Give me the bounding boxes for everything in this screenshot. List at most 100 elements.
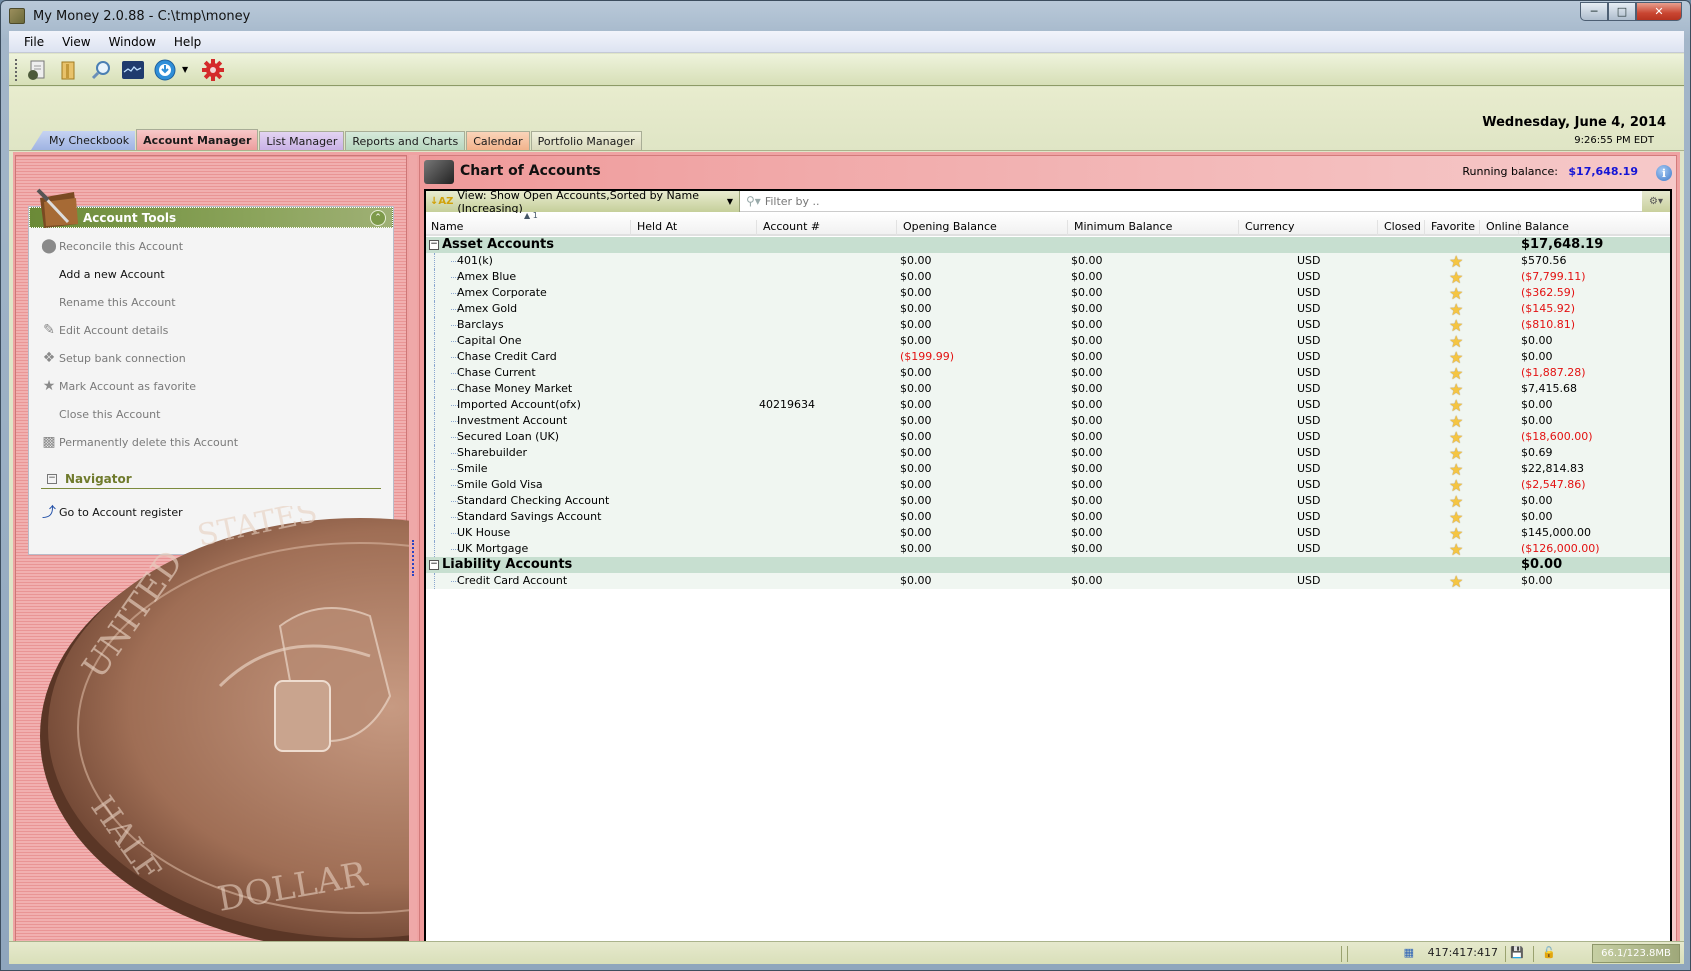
close-button[interactable]: ✕ <box>1636 2 1682 21</box>
column-header-currency[interactable]: Currency <box>1240 220 1378 236</box>
reconcile-account-link[interactable]: ⬤ Reconcile this Account <box>41 237 183 255</box>
table-row[interactable]: Smile Gold Visa $0.00 $0.00 USD ★ ($2,547.86) <box>426 476 1670 495</box>
close-account-link[interactable]: Close this Account <box>41 405 160 423</box>
collapse-icon[interactable]: ⌃ <box>370 210 386 226</box>
account-name[interactable]: UK House <box>457 526 510 539</box>
account-name[interactable]: UK Mortgage <box>457 542 528 555</box>
tab-my-checkbook[interactable]: My Checkbook <box>31 131 136 150</box>
opening-balance: $0.00 <box>900 382 932 395</box>
column-header-balance[interactable]: Balance <box>1520 220 1670 236</box>
menu-help[interactable]: Help <box>165 35 210 49</box>
delete-account-link[interactable]: ▩ Permanently delete this Account <box>41 433 238 451</box>
account-name[interactable]: Amex Gold <box>457 302 517 315</box>
account-name[interactable]: Smile Gold Visa <box>457 478 543 491</box>
table-row[interactable]: Secured Loan (UK) $0.00 $0.00 USD ★ ($18,600.… <box>426 428 1670 447</box>
group-row[interactable]: − Asset Accounts $17,648.19 <box>426 237 1670 253</box>
tab-account-manager[interactable]: Account Manager <box>136 129 259 150</box>
info-icon[interactable]: i <box>1656 165 1672 181</box>
account-name[interactable]: Investment Account <box>457 414 567 427</box>
table-row[interactable]: Investment Account $0.00 $0.00 USD ★ $0.00 <box>426 412 1670 431</box>
account-balance: ($126,000.00) <box>1521 542 1600 555</box>
table-row[interactable]: Credit Card Account $0.00 $0.00 USD ★ $0.00 <box>426 572 1670 591</box>
tab-calendar[interactable]: Calendar <box>466 131 530 150</box>
view-dropdown[interactable]: ↓AZ View: Show Open Accounts,Sorted by N… <box>426 189 740 215</box>
collapse-navigator-icon[interactable]: − <box>47 473 57 484</box>
column-header-online[interactable]: Online <box>1481 220 1521 236</box>
account-name[interactable]: Smile <box>457 462 488 475</box>
table-row[interactable]: Sharebuilder $0.00 $0.00 USD ★ $0.69 <box>426 444 1670 463</box>
settings-button[interactable] <box>200 57 226 83</box>
column-header-favorite[interactable]: Favorite <box>1426 220 1480 236</box>
panel-splitter[interactable] <box>409 155 417 957</box>
new-file-button[interactable] <box>24 57 50 83</box>
table-row[interactable]: UK House $0.00 $0.00 USD ★ $145,000.00 <box>426 524 1670 543</box>
rename-account-link[interactable]: Rename this Account <box>41 293 176 311</box>
lock-open-icon[interactable]: 🔓 <box>1542 946 1556 959</box>
account-name[interactable]: Imported Account(ofx) <box>457 398 581 411</box>
table-row[interactable]: 401(k) $0.00 $0.00 USD ★ $570.56 <box>426 252 1670 271</box>
filter-input[interactable]: ⚲▾ Filter by .. <box>740 191 1642 212</box>
edit-account-link[interactable]: ✎ Edit Account details <box>41 321 168 339</box>
table-row[interactable]: Amex Corporate $0.00 $0.00 USD ★ ($362.59) <box>426 284 1670 303</box>
search-button[interactable] <box>88 57 114 83</box>
mark-favorite-link[interactable]: ★ Mark Account as favorite <box>41 377 196 395</box>
splitter-grip[interactable] <box>412 540 414 576</box>
save-icon[interactable]: 💾 <box>1510 946 1524 959</box>
title-bar[interactable]: My Money 2.0.88 - C:\tmp\money ─ □ ✕ <box>1 1 1690 31</box>
account-name[interactable]: Sharebuilder <box>457 446 527 459</box>
account-name[interactable]: Credit Card Account <box>457 574 567 587</box>
account-name[interactable]: Amex Corporate <box>457 286 547 299</box>
table-row[interactable]: Amex Blue $0.00 $0.00 USD ★ ($7,799.11) <box>426 268 1670 287</box>
collapse-group-icon[interactable]: − <box>429 240 439 250</box>
download-button[interactable] <box>152 57 178 83</box>
account-name[interactable]: Barclays <box>457 318 504 331</box>
account-tools-header[interactable]: Account Tools ⌃ <box>29 188 393 228</box>
open-folder-button[interactable] <box>56 57 82 83</box>
collapse-group-icon[interactable]: − <box>429 560 439 570</box>
table-row[interactable]: Standard Checking Account $0.00 $0.00 USD ★ $… <box>426 492 1670 511</box>
account-name[interactable]: Chase Money Market <box>457 382 572 395</box>
favorite-star-icon[interactable]: ★ <box>1449 572 1463 591</box>
table-row[interactable]: Amex Gold $0.00 $0.00 USD ★ ($145.92) <box>426 300 1670 319</box>
column-header-minimum-balance[interactable]: Minimum Balance <box>1069 220 1239 236</box>
table-row[interactable]: UK Mortgage $0.00 $0.00 USD ★ ($126,000.00) <box>426 540 1670 559</box>
account-name[interactable]: Standard Checking Account <box>457 494 609 507</box>
table-row[interactable]: Imported Account(ofx) 40219634 $0.00 $0.00 U… <box>426 396 1670 415</box>
menu-window[interactable]: Window <box>100 35 165 49</box>
table-row[interactable]: Capital One $0.00 $0.00 USD ★ $0.00 <box>426 332 1670 351</box>
column-header-closed[interactable]: Closed <box>1379 220 1425 236</box>
table-row[interactable]: Barclays $0.00 $0.00 USD ★ ($810.81) <box>426 316 1670 335</box>
menu-file[interactable]: File <box>15 35 53 49</box>
column-header-opening-balance[interactable]: Opening Balance <box>898 220 1068 236</box>
account-name[interactable]: Secured Loan (UK) <box>457 430 559 443</box>
menu-view[interactable]: View <box>53 35 99 49</box>
column-header-account-number[interactable]: Account # <box>758 220 897 236</box>
tab-reports-and-charts[interactable]: Reports and Charts <box>345 131 466 150</box>
tab-list-manager[interactable]: List Manager <box>259 131 345 150</box>
account-name[interactable]: Chase Credit Card <box>457 350 557 363</box>
setup-bank-connection-link[interactable]: ❖ Setup bank connection <box>41 349 186 367</box>
account-name[interactable]: Chase Current <box>457 366 536 379</box>
grid-options-button[interactable]: ⚙▾ <box>1642 191 1670 212</box>
account-name[interactable]: Capital One <box>457 334 521 347</box>
navigator-header[interactable]: − Navigator <box>41 469 381 489</box>
opening-balance: $0.00 <box>900 286 932 299</box>
add-account-link[interactable]: Add a new Account <box>41 265 165 283</box>
account-name[interactable]: 401(k) <box>457 254 493 267</box>
account-name[interactable]: Standard Savings Account <box>457 510 601 523</box>
chart-button[interactable] <box>120 57 146 83</box>
toolbar-grip[interactable] <box>15 58 18 81</box>
download-dropdown-icon[interactable]: ▼ <box>182 65 188 74</box>
table-row[interactable]: Chase Current $0.00 $0.00 USD ★ ($1,887.28) <box>426 364 1670 383</box>
table-row[interactable]: Chase Money Market $0.00 $0.00 USD ★ $7,415.6… <box>426 380 1670 399</box>
column-header-name[interactable]: Name <box>426 220 631 236</box>
tab-portfolio-manager[interactable]: Portfolio Manager <box>530 131 642 150</box>
group-row[interactable]: − Liability Accounts $0.00 <box>426 557 1670 573</box>
minimize-button[interactable]: ─ <box>1580 2 1608 21</box>
account-name[interactable]: Amex Blue <box>457 270 516 283</box>
maximize-button[interactable]: □ <box>1608 2 1636 21</box>
table-row[interactable]: Chase Credit Card ($199.99) $0.00 USD ★ $0.00 <box>426 348 1670 367</box>
table-row[interactable]: Standard Savings Account $0.00 $0.00 USD ★ $0… <box>426 508 1670 527</box>
column-header-held-at[interactable]: Held At <box>632 220 757 236</box>
table-row[interactable]: Smile $0.00 $0.00 USD ★ $22,814.83 <box>426 460 1670 479</box>
